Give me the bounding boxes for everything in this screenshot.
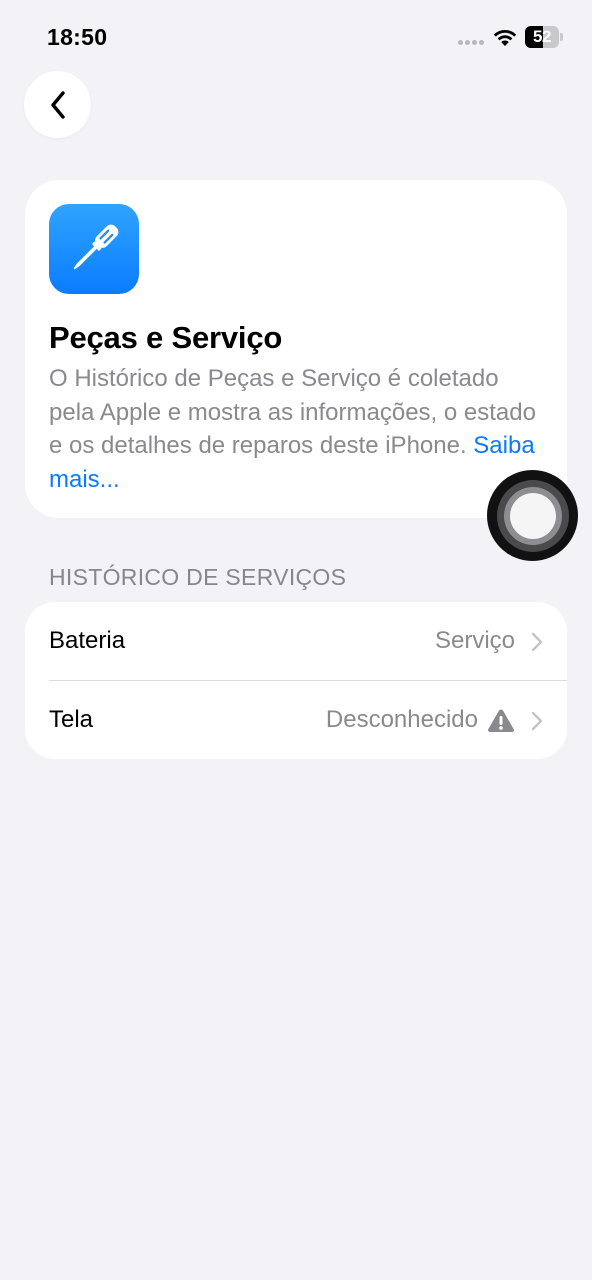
assistive-touch-button[interactable] <box>487 470 578 561</box>
status-bar: 18:50 52 <box>0 0 592 76</box>
row-battery[interactable]: Bateria Serviço <box>25 602 567 681</box>
row-value: Serviço <box>435 627 515 655</box>
row-value: Desconhecido <box>326 706 515 734</box>
cellular-signal-icon <box>458 40 484 45</box>
card-description-text: O Histórico de Peças e Serviço é coletad… <box>49 365 536 459</box>
chevron-right-icon <box>531 632 543 652</box>
screwdriver-icon <box>73 224 119 270</box>
row-label: Bateria <box>49 627 126 654</box>
card-description: O Histórico de Peças e Serviço é coletad… <box>49 362 549 496</box>
battery-icon: 52 <box>525 26 563 48</box>
wifi-icon <box>493 29 517 46</box>
card-title: Peças e Serviço <box>49 320 283 355</box>
service-history-header: HISTÓRICO DE SERVIÇOS <box>49 564 347 590</box>
row-screen[interactable]: Tela Desconhecido <box>25 681 567 759</box>
chevron-left-icon <box>50 90 65 119</box>
parts-service-info-card: Peças e Serviço O Histórico de Peças e S… <box>25 180 567 518</box>
row-value-text: Desconhecido <box>325 706 478 733</box>
row-value-text: Serviço <box>434 627 515 654</box>
row-label: Tela <box>49 706 94 733</box>
chevron-right-icon <box>531 711 543 731</box>
warning-icon <box>488 709 514 732</box>
app-icon <box>49 204 139 294</box>
battery-level-text: 52 <box>533 27 551 46</box>
status-time: 18:50 <box>47 24 108 50</box>
back-button[interactable] <box>24 71 91 138</box>
service-history-list: Bateria Serviço Tela Desconhecido <box>25 602 567 759</box>
